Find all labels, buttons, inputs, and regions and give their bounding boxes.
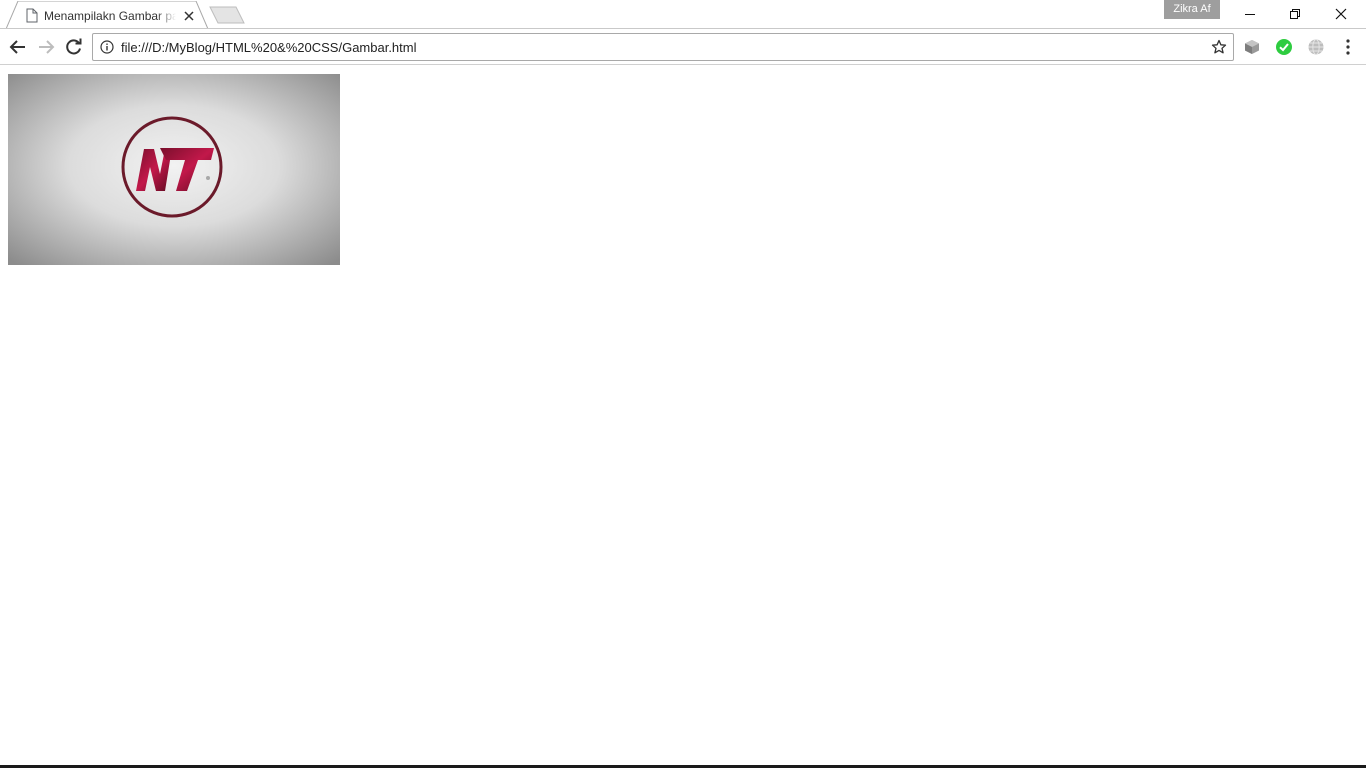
extension-check-icon[interactable] bbox=[1275, 38, 1293, 56]
restore-icon bbox=[1290, 9, 1300, 19]
window-close-button[interactable] bbox=[1318, 0, 1364, 28]
info-icon[interactable] bbox=[100, 40, 114, 54]
page-icon bbox=[26, 8, 38, 23]
more-vert-icon bbox=[1346, 39, 1350, 55]
url-text[interactable]: file:///D:/MyBlog/HTML%20&%20CSS/Gambar.… bbox=[121, 40, 417, 55]
forward-arrow-icon bbox=[39, 40, 55, 54]
minimize-button[interactable] bbox=[1227, 0, 1273, 28]
close-icon bbox=[1335, 8, 1347, 20]
profile-name-badge[interactable]: Zikra Af bbox=[1164, 0, 1220, 19]
extension-cube-icon[interactable] bbox=[1243, 38, 1261, 56]
minimize-icon bbox=[1245, 14, 1255, 15]
browser-menu-button[interactable] bbox=[1339, 38, 1357, 56]
logo-image bbox=[8, 74, 340, 265]
reload-button[interactable] bbox=[63, 36, 85, 58]
new-tab-button[interactable] bbox=[208, 6, 246, 24]
back-arrow-icon bbox=[9, 40, 25, 54]
bookmark-star-icon[interactable] bbox=[1211, 39, 1227, 55]
active-tab[interactable]: Menampilakn Gambar pada HTML bbox=[6, 1, 210, 30]
tab-title: Menampilakn Gambar pada HTML bbox=[44, 9, 176, 23]
browser-toolbar: file:///D:/MyBlog/HTML%20&%20CSS/Gambar.… bbox=[0, 29, 1366, 65]
reload-icon bbox=[66, 38, 82, 55]
back-button[interactable] bbox=[7, 36, 29, 58]
title-bar: Menampilakn Gambar pada HTML Zikra Af bbox=[0, 0, 1366, 30]
address-bar[interactable]: file:///D:/MyBlog/HTML%20&%20CSS/Gambar.… bbox=[92, 33, 1234, 61]
tab-close-button[interactable] bbox=[181, 8, 197, 24]
forward-button[interactable] bbox=[35, 36, 57, 58]
extension-globe-icon[interactable] bbox=[1307, 38, 1325, 56]
restore-button[interactable] bbox=[1272, 0, 1318, 28]
close-icon bbox=[184, 11, 194, 21]
